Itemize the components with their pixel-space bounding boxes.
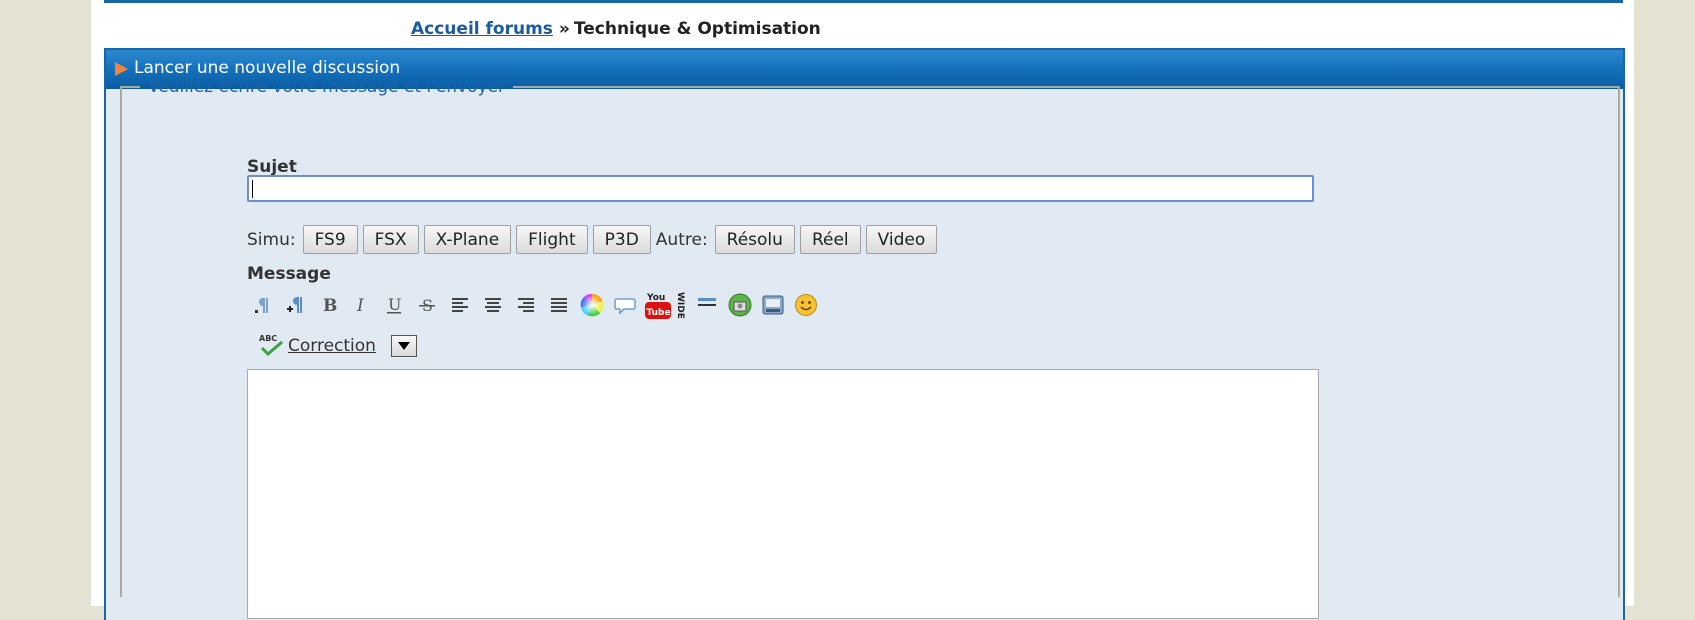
breadcrumb-separator: » bbox=[558, 19, 570, 39]
quote-bubble-icon[interactable] bbox=[610, 291, 639, 320]
editor-toolbar: B I U S You Tube WIDE bbox=[247, 290, 824, 320]
form-legend: Veuillez écrire votre message et l'envoy… bbox=[148, 77, 506, 97]
page-content: Accueil forums» Technique & Optimisation … bbox=[91, 0, 1634, 620]
horizontal-rule-icon[interactable] bbox=[692, 291, 721, 320]
svg-text:ABC: ABC bbox=[259, 334, 277, 343]
svg-text:WIDE: WIDE bbox=[676, 292, 685, 319]
spellcheck-icon[interactable]: ABC bbox=[258, 333, 284, 359]
paragraph-add-icon[interactable] bbox=[280, 291, 309, 320]
strikethrough-icon[interactable]: S bbox=[412, 291, 441, 320]
smiley-icon[interactable] bbox=[791, 291, 820, 320]
tag-row: Simu: FS9 FSX X-Plane Flight P3D Autre: … bbox=[247, 225, 942, 254]
svg-text:B: B bbox=[323, 296, 337, 316]
youtube-icon[interactable]: You Tube bbox=[643, 291, 672, 320]
message-label: Message bbox=[247, 264, 331, 284]
spellcheck-link[interactable]: Correction bbox=[288, 336, 376, 356]
tag-button-video[interactable]: Video bbox=[865, 225, 938, 254]
tag-button-fs9[interactable]: FS9 bbox=[302, 225, 358, 254]
subject-input[interactable] bbox=[247, 175, 1314, 202]
tag-button-resolu[interactable]: Résolu bbox=[714, 225, 795, 254]
insert-image-icon[interactable] bbox=[725, 291, 754, 320]
color-wheel-icon[interactable] bbox=[577, 291, 606, 320]
italic-icon[interactable]: I bbox=[346, 291, 375, 320]
wide-icon[interactable]: WIDE bbox=[676, 291, 688, 320]
subject-label: Sujet bbox=[247, 157, 297, 177]
spellcheck-language-dropdown[interactable] bbox=[390, 335, 417, 357]
align-left-icon[interactable] bbox=[445, 291, 474, 320]
tag-button-reel[interactable]: Réel bbox=[799, 225, 861, 254]
justify-icon[interactable] bbox=[544, 291, 573, 320]
align-center-icon[interactable] bbox=[478, 291, 507, 320]
paragraph-rtl-icon[interactable] bbox=[247, 291, 276, 320]
other-label: Autre: bbox=[655, 229, 708, 250]
insert-media-icon[interactable] bbox=[758, 291, 787, 320]
align-right-icon[interactable] bbox=[511, 291, 540, 320]
bold-icon[interactable]: B bbox=[313, 291, 342, 320]
svg-text:You: You bbox=[646, 293, 665, 303]
tag-button-x-plane[interactable]: X-Plane bbox=[423, 225, 512, 254]
top-divider bbox=[104, 0, 1623, 3]
spellcheck-row: ABC Correction bbox=[258, 331, 417, 361]
simu-label: Simu: bbox=[247, 229, 296, 250]
text-caret bbox=[252, 180, 253, 198]
message-textarea[interactable] bbox=[247, 369, 1319, 619]
svg-text:U: U bbox=[388, 295, 401, 314]
tag-button-flight[interactable]: Flight bbox=[516, 225, 588, 254]
breadcrumb-home-link[interactable]: Accueil forums bbox=[411, 19, 553, 39]
breadcrumb: Accueil forums» Technique & Optimisation bbox=[411, 19, 821, 39]
tag-button-fsx[interactable]: FSX bbox=[362, 225, 419, 254]
underline-icon[interactable]: U bbox=[379, 291, 408, 320]
tag-button-p3d[interactable]: P3D bbox=[592, 225, 651, 254]
chevron-down-icon bbox=[397, 342, 410, 350]
breadcrumb-current: Technique & Optimisation bbox=[573, 19, 821, 39]
svg-text:I: I bbox=[356, 296, 364, 316]
arrow-right-icon bbox=[115, 61, 128, 76]
svg-text:Tube: Tube bbox=[646, 308, 670, 318]
